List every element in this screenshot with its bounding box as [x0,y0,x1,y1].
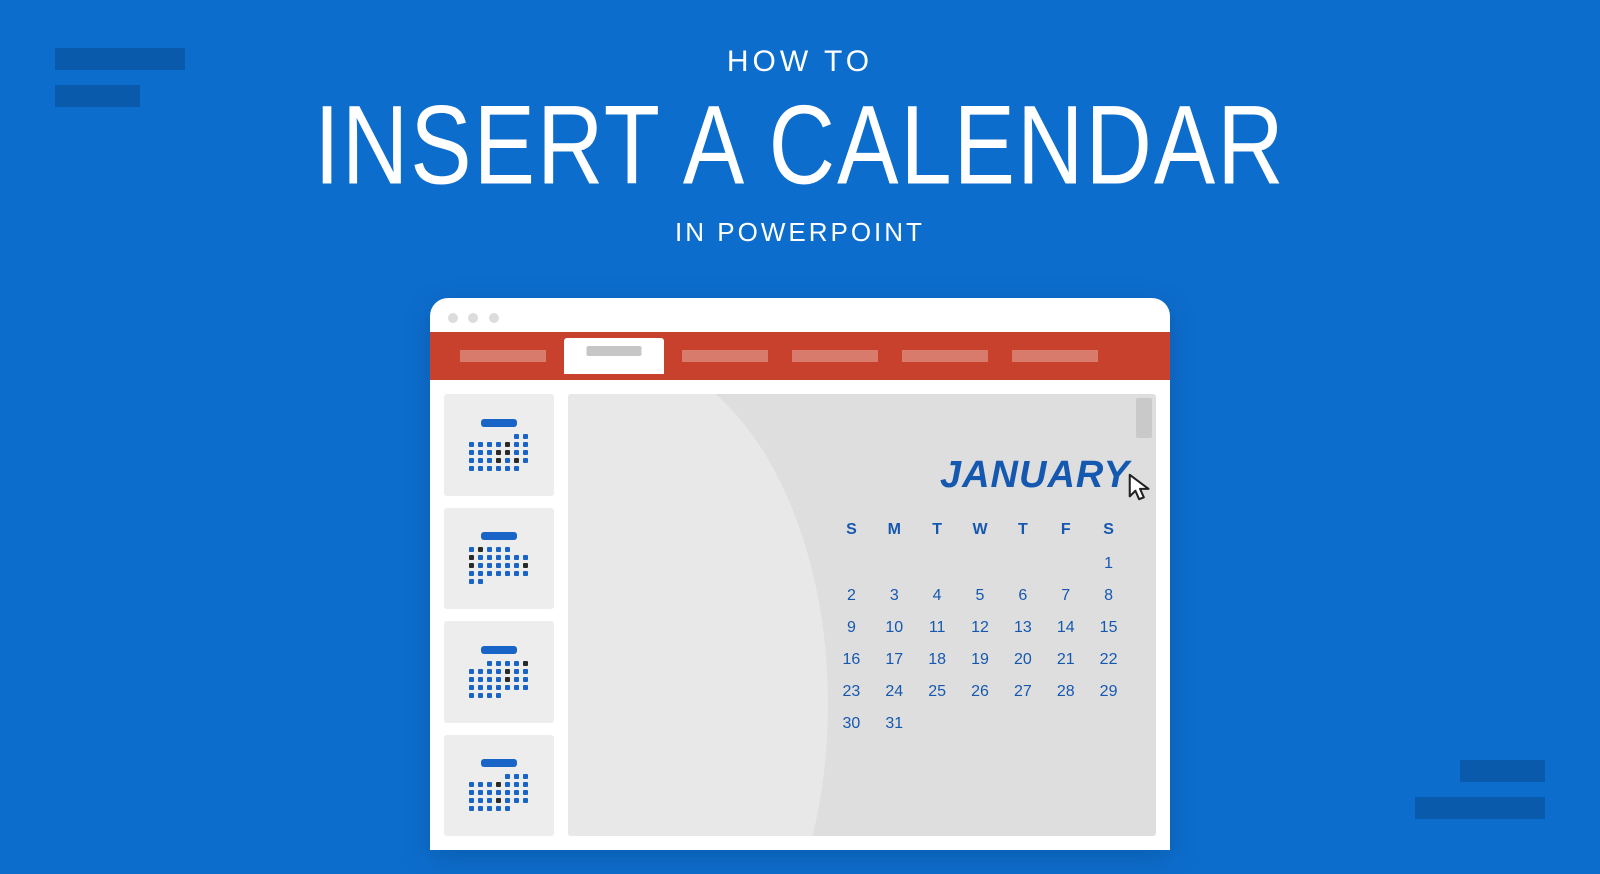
calendar-cell: 23 [830,683,873,701]
day-header: S [1087,521,1130,539]
work-surface: JANUARY SMTWTFS ......123456789101112131… [430,380,1170,850]
calendar-grid: ......1234567891011121314151617181920212… [830,555,1130,733]
calendar-cell: 27 [1001,683,1044,701]
mini-calendar-icon [469,532,529,584]
calendar-cell: 18 [916,651,959,669]
window-dot-icon [448,313,458,323]
calendar-cell: 31 [873,715,916,733]
calendar-cell: 6 [1001,587,1044,605]
calendar-cell: 16 [830,651,873,669]
app-window: JANUARY SMTWTFS ......123456789101112131… [430,298,1170,850]
decor-bar [1415,797,1545,819]
calendar-cell: 21 [1044,651,1087,669]
window-titlebar [430,298,1170,332]
month-text: JANUARY [940,454,1130,496]
decor-bar [55,48,185,70]
day-header: T [916,521,959,539]
calendar-cell: 7 [1044,587,1087,605]
scrollbar-thumb [1136,398,1152,438]
day-header: M [873,521,916,539]
calendar-cell: 28 [1044,683,1087,701]
ribbon-bar [430,332,1170,380]
ribbon-tab [902,350,988,362]
decor-bar [1460,760,1545,782]
calendar-cell: 20 [1001,651,1044,669]
headline-pretitle: HOW TO [0,45,1600,79]
calendar-cell: 1 [1087,555,1130,573]
calendar-cell: 12 [959,619,1002,637]
ribbon-tab [792,350,878,362]
calendar-cell: 29 [1087,683,1130,701]
calendar-cell: 22 [1087,651,1130,669]
calendar-month-label: JANUARY [830,454,1130,497]
calendar-cell: 8 [1087,587,1130,605]
day-header: T [1001,521,1044,539]
window-dot-icon [468,313,478,323]
calendar-cell: 13 [1001,619,1044,637]
day-header: F [1044,521,1087,539]
mini-calendar-icon [469,419,529,471]
calendar-cell: 11 [916,619,959,637]
window-dot-icon [489,313,499,323]
slide-thumb [444,621,554,723]
mini-calendar-icon [469,759,529,811]
calendar-cell: 26 [959,683,1002,701]
cursor-icon [1126,472,1156,502]
slide-thumb [444,394,554,496]
ribbon-tab [460,350,546,362]
mini-calendar-icon [469,646,529,698]
calendar-cell: 30 [830,715,873,733]
day-header: S [830,521,873,539]
headline-subtitle: IN POWERPOINT [0,217,1600,248]
calendar-cell: 9 [830,619,873,637]
calendar-cell: 3 [873,587,916,605]
calendar-cell: 15 [1087,619,1130,637]
slide-canvas: JANUARY SMTWTFS ......123456789101112131… [568,394,1156,836]
calendar-cell: 4 [916,587,959,605]
calendar-cell: 25 [916,683,959,701]
ribbon-tab [1012,350,1098,362]
headline: HOW TO INSERT A CALENDAR IN POWERPOINT [0,0,1600,248]
day-header: W [959,521,1002,539]
slide-thumbnails [444,394,554,836]
ribbon-tab [682,350,768,362]
headline-title: INSERT A CALENDAR [0,82,1600,210]
calendar-cell: 14 [1044,619,1087,637]
slide-thumb [444,735,554,837]
calendar-day-headers: SMTWTFS [830,521,1130,539]
slide-thumb [444,508,554,610]
calendar-cell: 5 [959,587,1002,605]
decor-bottom-right [1415,760,1545,819]
calendar-cell: 24 [873,683,916,701]
calendar-cell: 19 [959,651,1002,669]
calendar-cell: 2 [830,587,873,605]
calendar-widget: JANUARY SMTWTFS ......123456789101112131… [830,454,1130,733]
ribbon-tab-active [564,338,664,374]
calendar-cell: 10 [873,619,916,637]
calendar-cell: 17 [873,651,916,669]
canvas-highlight [568,394,828,836]
